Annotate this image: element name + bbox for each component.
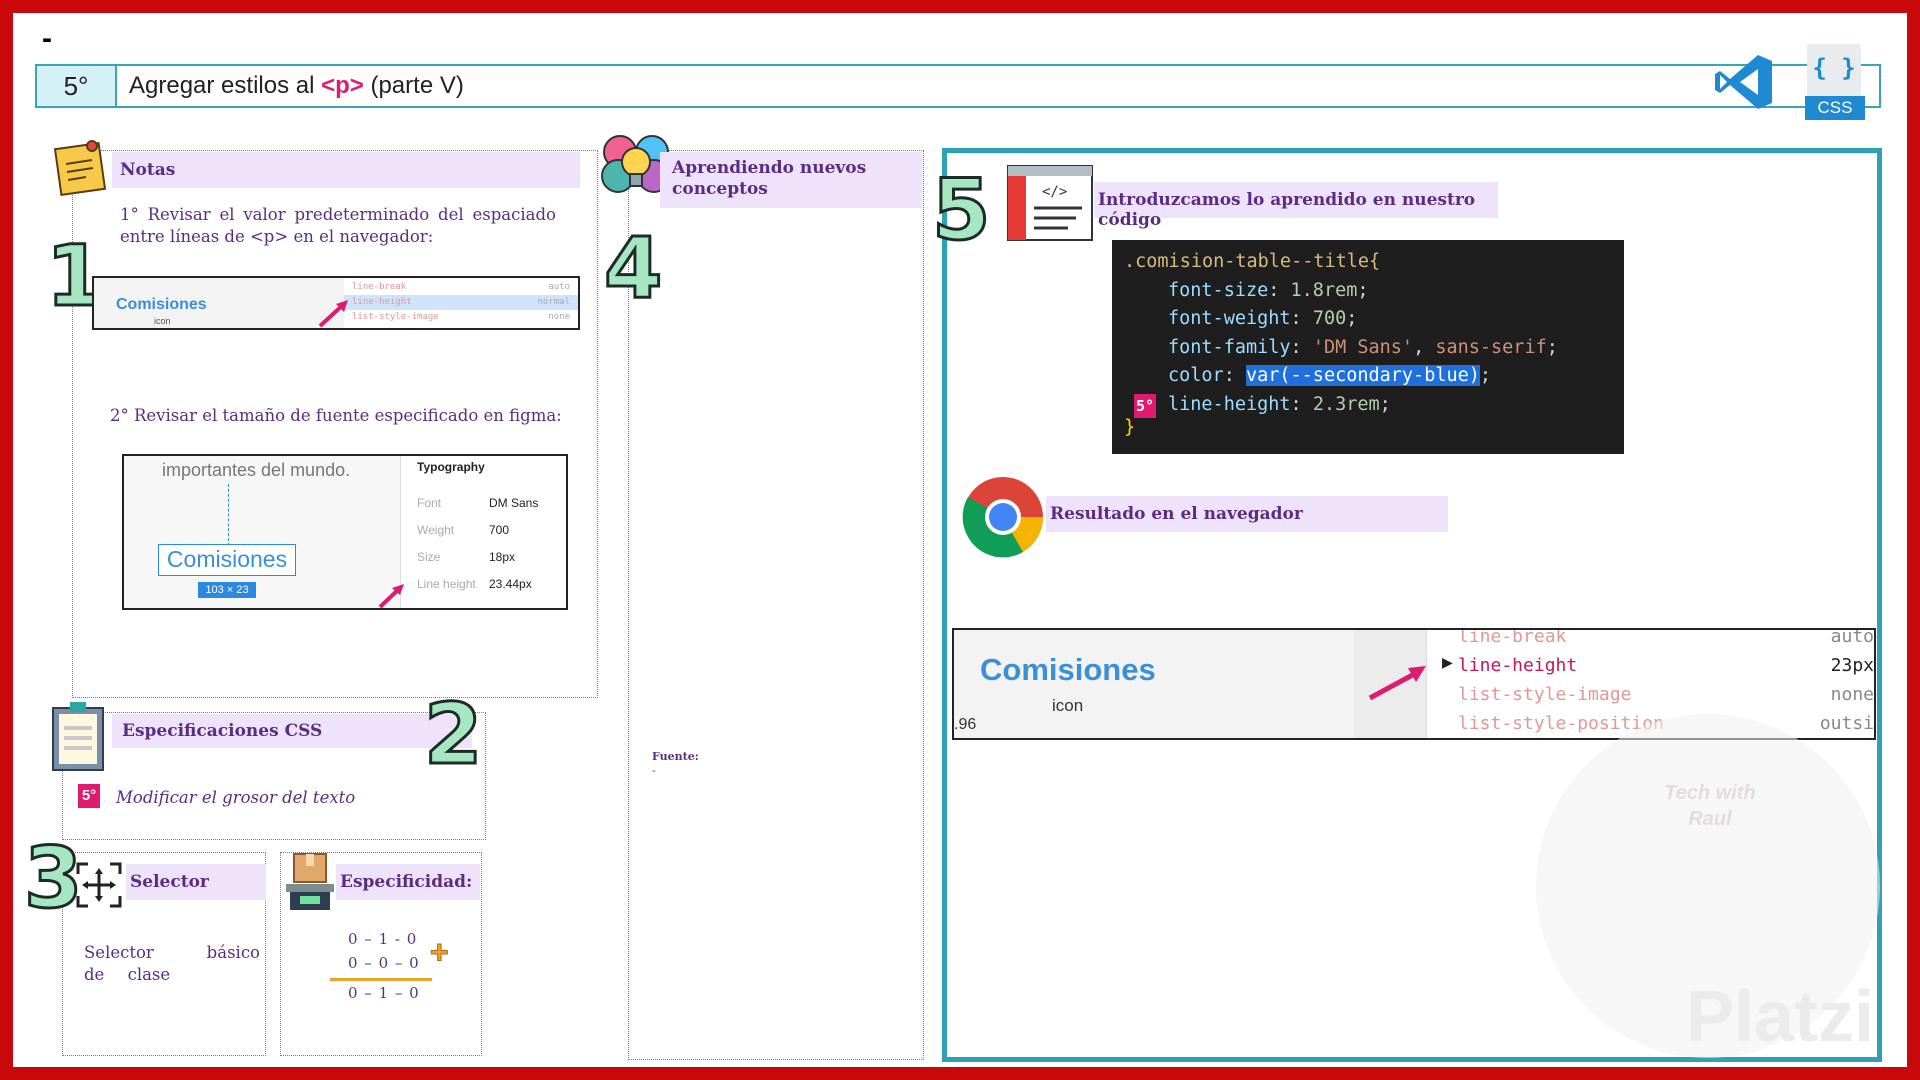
source-label: Fuente: <box>652 750 699 763</box>
logo-text: Tech with Raul <box>1664 782 1756 830</box>
step-number-5: 5 <box>930 161 991 259</box>
pointer-arrow-icon <box>318 300 348 328</box>
devtools-row: list-style-image none <box>1458 684 1874 705</box>
devtools-row: line-break auto <box>1458 628 1874 647</box>
devtools-element-sub: icon <box>154 316 171 326</box>
result-element-sub: icon <box>1052 696 1084 715</box>
clipboard-icon <box>52 702 104 771</box>
pointer-arrow-icon <box>378 584 404 609</box>
plus-icon: + <box>430 934 450 971</box>
title-prefix: Agregar estilos al <box>129 72 322 99</box>
step-number-2: 2 <box>422 685 483 783</box>
specificity-row-2: 0 – 0 – 0 <box>348 954 420 972</box>
result-element-text: Comisiones <box>980 652 1156 687</box>
chrome-icon <box>962 477 1044 558</box>
source-value: - <box>652 764 656 777</box>
highlighted-value: var(--secondary-blue) <box>1245 365 1480 386</box>
specificity-sum-line <box>330 978 432 981</box>
notes-heading: Notas <box>112 152 580 188</box>
step-badge: 5° <box>78 784 100 808</box>
code-line: .comision-table--title{ <box>1124 251 1381 272</box>
result-heading: Resultado en el navegador <box>1046 496 1448 532</box>
css-label: CSS <box>1805 96 1865 120</box>
result-coord: .96 <box>954 716 977 733</box>
figma-typography-panel: Typography Font DM Sans Weight 700 Size … <box>400 456 566 608</box>
title-suffix: (parte V) <box>363 72 464 99</box>
css-braces: { } <box>1812 54 1856 82</box>
vscode-icon <box>1715 55 1772 109</box>
step-number: 5° <box>37 66 117 106</box>
notes-item-2: 2° Revisar el tamaño de fuente especific… <box>110 406 562 425</box>
title-bar: 5° Agregar estilos al <p> (parte V) <box>35 64 1881 108</box>
slide-title: Agregar estilos al <p> (parte V) <box>129 66 464 106</box>
figma-label: Weight <box>417 523 455 537</box>
pointer-arrow-icon <box>1368 666 1426 701</box>
platzi-watermark: Platzi <box>1686 977 1875 1057</box>
figma-panel-title: Typography <box>417 460 485 474</box>
devtools-row-highlighted: line-height normal <box>344 295 578 310</box>
devtools-row: line-break auto <box>352 282 570 292</box>
figma-label: Size <box>417 550 441 564</box>
code-line: color: var(--secondary-blue); <box>1168 365 1492 386</box>
spec-item: Modificar el grosor del texto <box>116 788 356 807</box>
figma-snippet: importantes del mundo. Comisiones 103 × … <box>122 454 568 610</box>
code-window-icon: </> <box>1007 165 1093 241</box>
figma-selected-text: Comisiones <box>158 544 296 576</box>
devtools-row: list-style-image none <box>352 312 570 322</box>
css-code-block: .comision-table--title{ font-size: 1.8re… <box>1112 240 1624 454</box>
code-line: font-size: 1.8rem; <box>1168 279 1369 301</box>
figma-label: Font <box>417 496 442 510</box>
sticky-note-icon <box>53 140 107 196</box>
svg-text:</>: </> <box>1042 184 1067 200</box>
scale-icon <box>286 853 334 910</box>
code-line: font-weight: 700; <box>1168 308 1358 329</box>
code-heading: Introduzcamos lo aprendido en nuestro có… <box>1094 182 1498 230</box>
figma-value: DM Sans <box>489 496 539 510</box>
devtools-element-text: Comisiones <box>116 296 207 313</box>
step-number-3: 3 <box>22 829 83 927</box>
figma-top-text: importantes del mundo. <box>162 460 351 480</box>
top-dash: - <box>42 22 52 55</box>
css-file-icon: { } CSS <box>1805 44 1865 122</box>
specificity-result: 0 – 1 – 0 <box>348 984 420 1002</box>
title-tag: <p> <box>321 72 364 99</box>
notes-item-1: 1° Revisar el valor predeterminado del e… <box>120 205 556 246</box>
learning-heading: Aprendiendo nuevos conceptos <box>660 152 922 208</box>
step-number-4: 4 <box>602 219 663 317</box>
step-badge: 5° <box>1134 393 1156 418</box>
code-line: font-family: 'DM Sans', sans-serif; <box>1168 336 1558 358</box>
devtools-row-line-height[interactable]: line-height 23px <box>1450 651 1874 680</box>
figma-value: 23.44px <box>489 577 532 591</box>
figma-label: Line height <box>417 577 476 591</box>
figma-size-badge: 103 × 23 <box>198 582 256 598</box>
code-line: } <box>1124 417 1136 438</box>
selector-text: Selector básico de clase <box>84 943 260 984</box>
learning-panel <box>628 150 924 1060</box>
code-line: 5° line-height: 2.3rem; <box>1124 391 1612 420</box>
selector-heading: Selector <box>126 864 266 900</box>
specificity-heading: Especificidad: <box>336 864 480 900</box>
selector-move-icon <box>76 862 122 908</box>
figma-value: 700 <box>489 523 510 537</box>
figma-value: 18px <box>489 550 516 564</box>
specificity-row-1: 0 – 1 - 0 <box>348 930 418 948</box>
spec-heading: Especificaciones CSS <box>112 714 472 748</box>
